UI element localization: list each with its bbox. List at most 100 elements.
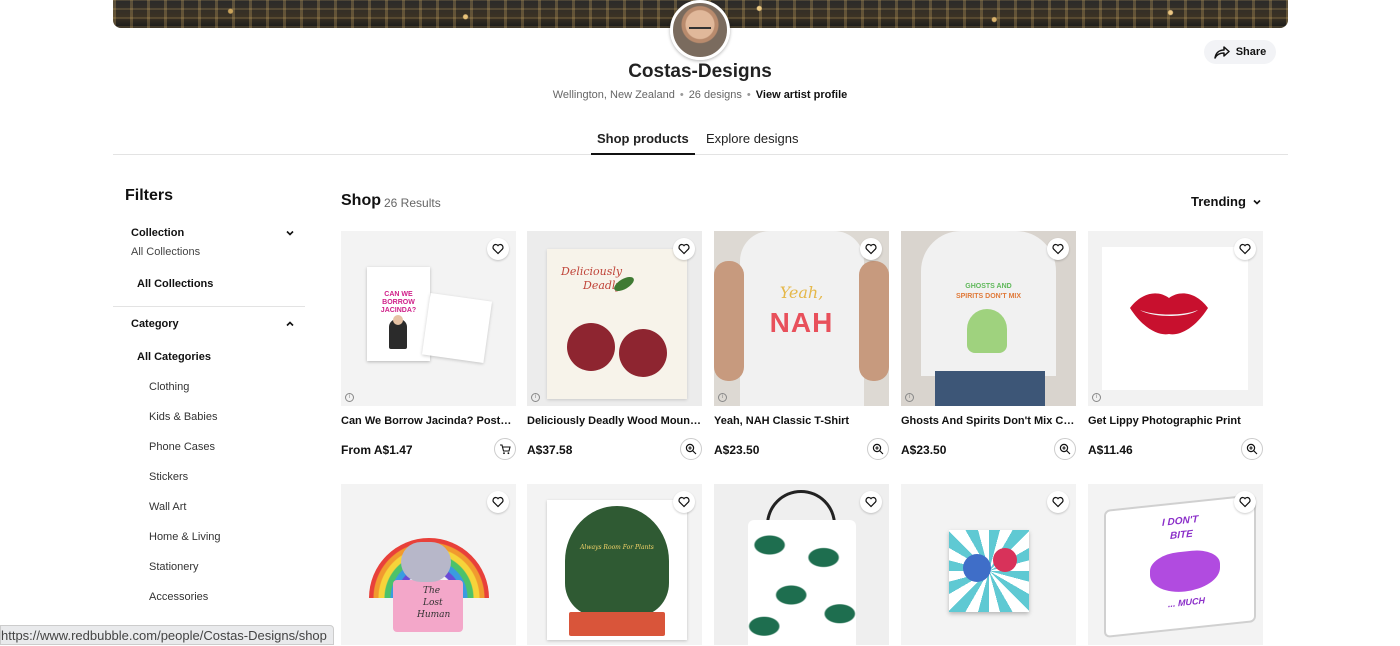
info-icon[interactable]: i: [718, 393, 727, 402]
favorite-button[interactable]: [673, 238, 695, 260]
product-name[interactable]: Get Lippy Photographic Print: [1088, 415, 1263, 427]
tshirt-text-1: Yeah,: [779, 283, 824, 302]
product-card[interactable]: Deliciously Deadly i Deliciously Deadly …: [527, 231, 702, 461]
product-image-lollipop-coaster[interactable]: [901, 484, 1076, 645]
shop-tabs: Shop products Explore designs: [113, 126, 1288, 155]
product-card[interactable]: The Lost Human: [341, 484, 516, 645]
heart-icon: [1239, 496, 1251, 508]
favorite-button[interactable]: [860, 238, 882, 260]
artist-avatar[interactable]: [670, 0, 730, 60]
product-name[interactable]: Ghosts And Spirits Don't Mix Classic T-S…: [901, 415, 1076, 427]
product-card[interactable]: [901, 484, 1076, 645]
laptop-skin-text-2: BITE: [1170, 528, 1193, 543]
add-to-cart-button[interactable]: [494, 438, 516, 460]
info-icon[interactable]: i: [531, 393, 540, 402]
category-item-clothing[interactable]: Clothing: [149, 381, 189, 393]
product-name[interactable]: Yeah, NAH Classic T-Shirt: [714, 415, 889, 427]
category-item-phone-cases[interactable]: Phone Cases: [149, 441, 215, 453]
info-icon[interactable]: i: [905, 393, 914, 402]
tab-explore-designs[interactable]: Explore designs: [706, 131, 799, 155]
chevron-down-icon[interactable]: [285, 228, 295, 238]
quick-view-button[interactable]: [867, 438, 889, 460]
heart-icon: [865, 243, 877, 255]
sort-dropdown[interactable]: Trending: [1191, 194, 1262, 209]
category-filter-toggle[interactable]: Category: [131, 318, 179, 330]
product-card[interactable]: Always Room For Plants: [527, 484, 702, 645]
info-icon[interactable]: i: [1092, 393, 1101, 402]
share-label: Share: [1235, 46, 1267, 58]
favorite-button[interactable]: [673, 491, 695, 513]
collection-all-link[interactable]: All Collections: [137, 278, 213, 290]
favorite-button[interactable]: [1234, 491, 1256, 513]
favorite-button[interactable]: [487, 491, 509, 513]
collection-current: All Collections: [131, 246, 201, 258]
sort-label: Trending: [1191, 194, 1246, 209]
product-image-tshirt-ghosts[interactable]: GHOSTS AND SPIRITS DON'T MIX i: [901, 231, 1076, 406]
plants-art-text: Always Room For Plants: [580, 544, 654, 551]
wood-print-text-1: Deliciously: [561, 265, 623, 278]
link-status-bar: https://www.redbubble.com/people/Costas-…: [0, 625, 334, 645]
chevron-up-icon[interactable]: [285, 319, 295, 329]
results-count: 26 Results: [384, 196, 441, 210]
product-card[interactable]: GHOSTS AND SPIRITS DON'T MIX i Ghosts An…: [901, 231, 1076, 461]
favorite-button[interactable]: [487, 238, 509, 260]
product-image-plants[interactable]: Always Room For Plants: [527, 484, 702, 645]
heart-icon: [678, 243, 690, 255]
category-item-wall-art[interactable]: Wall Art: [149, 501, 187, 513]
zoom-icon: [685, 443, 697, 455]
product-image-postcard[interactable]: CAN WE BORROW JACINDA? i: [341, 231, 516, 406]
cart-icon: [500, 444, 511, 455]
product-image-laptop-skin[interactable]: I DON'T BITE ... MUCH: [1088, 484, 1263, 645]
ghost-shirt-text-2: SPIRITS DON'T MIX: [955, 293, 1022, 300]
product-card[interactable]: [714, 484, 889, 645]
unicorn-book-text-2: Lost: [423, 598, 443, 608]
category-item-accessories[interactable]: Accessories: [149, 591, 208, 603]
product-card[interactable]: Yeah, NAH i Yeah, NAH Classic T-Shirt A$…: [714, 231, 889, 461]
artist-name: Costas-Designs: [628, 61, 772, 82]
unicorn-book-text-3: Human: [417, 610, 451, 620]
heart-icon: [492, 496, 504, 508]
product-image-tshirt-yeah-nah[interactable]: Yeah, NAH i: [714, 231, 889, 406]
product-name[interactable]: Can We Borrow Jacinda? Postcard: [341, 415, 516, 427]
design-count: 26 designs: [688, 89, 742, 101]
category-item-kids-babies[interactable]: Kids & Babies: [149, 411, 217, 423]
category-item-home-living[interactable]: Home & Living: [149, 531, 221, 543]
heart-icon: [1239, 243, 1251, 255]
product-price: A$37.58: [527, 443, 573, 457]
tab-shop-products[interactable]: Shop products: [591, 131, 695, 155]
category-item-stationery[interactable]: Stationery: [149, 561, 199, 573]
category-item-stickers[interactable]: Stickers: [149, 471, 188, 483]
favorite-button[interactable]: [1234, 238, 1256, 260]
lips-artwork: [1130, 293, 1208, 335]
view-artist-profile-link[interactable]: View artist profile: [756, 89, 848, 101]
ghost-shirt-text-1: GHOSTS AND: [965, 283, 1012, 290]
category-all-link[interactable]: All Categories: [137, 351, 211, 363]
quick-view-button[interactable]: [1054, 438, 1076, 460]
heart-icon: [1052, 243, 1064, 255]
favorite-button[interactable]: [860, 491, 882, 513]
product-name[interactable]: Deliciously Deadly Wood Mounted Print: [527, 415, 702, 427]
zoom-icon: [1246, 443, 1258, 455]
favorite-button[interactable]: [1047, 238, 1069, 260]
product-card[interactable]: i Get Lippy Photographic Print A$11.46: [1088, 231, 1263, 461]
product-image-apron[interactable]: [714, 484, 889, 645]
sidebar-divider: [113, 306, 305, 307]
shop-heading: Shop: [341, 192, 381, 209]
product-image-wood-print[interactable]: Deliciously Deadly i: [527, 231, 702, 406]
artist-meta: Wellington, New Zealand • 26 designs • View …: [552, 89, 848, 101]
product-image-lips-print[interactable]: i: [1088, 231, 1263, 406]
zoom-icon: [872, 443, 884, 455]
product-price: From A$1.47: [341, 443, 413, 457]
product-card[interactable]: CAN WE BORROW JACINDA? i Can We Borrow J…: [341, 231, 516, 461]
product-card[interactable]: I DON'T BITE ... MUCH: [1088, 484, 1263, 645]
info-icon[interactable]: i: [345, 393, 354, 402]
quick-view-button[interactable]: [1241, 438, 1263, 460]
laptop-skin-text-1: I DON'T: [1162, 514, 1199, 529]
collection-filter-toggle[interactable]: Collection: [131, 227, 184, 239]
quick-view-button[interactable]: [680, 438, 702, 460]
chevron-down-icon: [1253, 199, 1261, 205]
product-price: A$23.50: [901, 443, 947, 457]
product-price: A$11.46: [1088, 443, 1133, 457]
product-image-unicorn[interactable]: The Lost Human: [341, 484, 516, 645]
favorite-button[interactable]: [1047, 491, 1069, 513]
